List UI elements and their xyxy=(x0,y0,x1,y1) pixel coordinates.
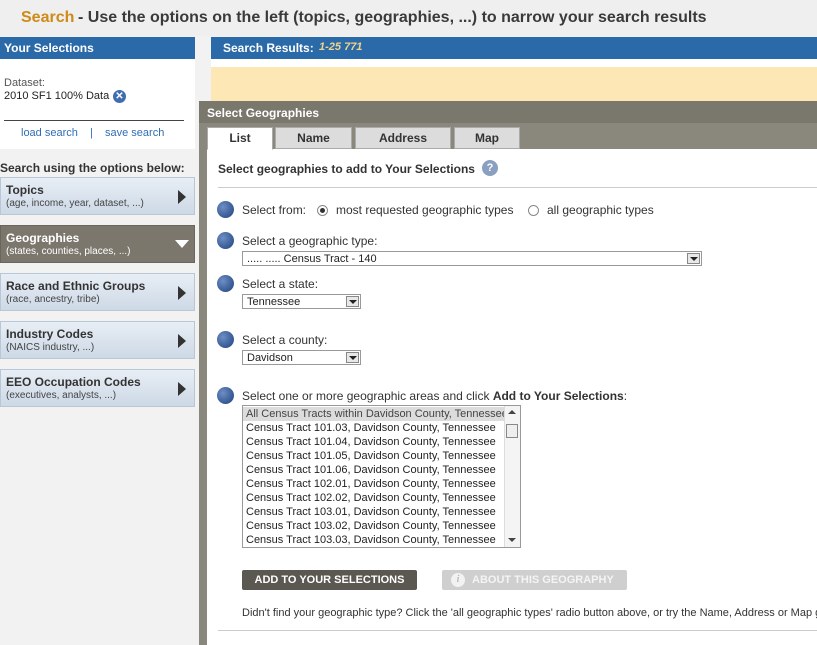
chevron-right-icon xyxy=(178,190,186,204)
selections-divider xyxy=(4,120,184,121)
list-item[interactable]: Census Tract 103.02, Davidson County, Te… xyxy=(243,519,505,533)
geo-type-label: Select a geographic type: xyxy=(242,234,378,248)
dataset-value: 2010 SF1 100% Data xyxy=(4,90,110,102)
list-item[interactable]: Census Tract 101.04, Davidson County, Te… xyxy=(243,435,505,449)
search-options-label: Search using the options below: xyxy=(0,161,185,175)
category-industry-codes[interactable]: Industry Codes (NAICS industry, ...) xyxy=(0,321,195,359)
select-geographies-dialog-header: Select Geographies xyxy=(199,101,817,123)
step-bullet-icon xyxy=(217,232,234,249)
chevron-right-icon xyxy=(178,334,186,348)
category-title: EEO Occupation Codes xyxy=(6,375,141,389)
category-subtitle: (age, income, year, dataset, ...) xyxy=(6,198,144,209)
scroll-up-arrow-icon[interactable] xyxy=(508,410,516,414)
dropdown-arrow-icon[interactable] xyxy=(346,352,359,363)
step-bullet-icon xyxy=(217,275,234,292)
category-title: Geographies xyxy=(6,231,80,245)
radio-all-geographic-types[interactable] xyxy=(528,205,539,216)
category-eeo-occupation-codes[interactable]: EEO Occupation Codes (executives, analys… xyxy=(0,369,195,407)
listbox-scrollbar[interactable] xyxy=(504,406,520,547)
category-subtitle: (NAICS industry, ...) xyxy=(6,342,95,353)
dropdown-arrow-icon[interactable] xyxy=(687,253,700,264)
radio-most-requested[interactable] xyxy=(317,205,328,216)
dataset-label: Dataset: xyxy=(4,77,45,89)
divider xyxy=(218,630,817,631)
scroll-down-arrow-icon[interactable] xyxy=(508,538,516,542)
tab-list[interactable]: List xyxy=(207,127,273,150)
category-subtitle: (executives, analysts, ...) xyxy=(6,390,117,401)
list-item[interactable]: Census Tract 103.03, Davidson County, Te… xyxy=(243,533,505,547)
list-item[interactable]: Census Tract 103.01, Davidson County, Te… xyxy=(243,505,505,519)
geographic-areas-listbox[interactable]: All Census Tracts within Davidson County… xyxy=(242,405,521,548)
category-subtitle: (states, counties, places, ...) xyxy=(6,246,131,257)
search-results-message-area xyxy=(211,67,817,101)
search-results-title: Search Results: xyxy=(223,41,314,55)
radio-all-label[interactable]: all geographic types xyxy=(547,203,654,217)
category-title: Topics xyxy=(6,183,44,197)
category-topics[interactable]: Topics (age, income, year, dataset, ...) xyxy=(0,177,195,215)
chevron-down-icon xyxy=(175,240,189,248)
dialog-intro: Select geographies to add to Your Select… xyxy=(218,162,475,176)
info-icon: i xyxy=(451,573,465,587)
state-label: Select a state: xyxy=(242,277,319,291)
geographic-type-hint: Didn't find your geographic type? Click … xyxy=(242,607,817,619)
list-item[interactable]: All Census Tracts within Davidson County… xyxy=(243,407,508,421)
areas-label-colon: : xyxy=(623,389,628,403)
geographic-areas-label: Select one or more geographic areas and … xyxy=(242,389,627,403)
help-icon[interactable]: ? xyxy=(482,160,498,176)
scrollbar-thumb[interactable] xyxy=(506,424,518,438)
about-this-geography-button: i ABOUT THIS GEOGRAPHY xyxy=(442,570,627,590)
list-item[interactable]: Census Tract 102.01, Davidson County, Te… xyxy=(243,477,505,491)
category-title: Race and Ethnic Groups xyxy=(6,279,146,293)
search-instruction: - Use the options on the left (topics, g… xyxy=(78,9,707,26)
link-separator: | xyxy=(90,127,93,139)
county-label: Select a county: xyxy=(242,333,328,347)
list-item[interactable]: Census Tract 101.06, Davidson County, Te… xyxy=(243,463,505,477)
your-selections-title: Your Selections xyxy=(4,41,94,55)
remove-dataset-icon[interactable]: ✕ xyxy=(113,90,126,103)
radio-most-requested-label[interactable]: most requested geographic types xyxy=(336,203,513,217)
your-selections-header: Your Selections xyxy=(0,37,195,59)
list-item[interactable]: Census Tract 102.02, Davidson County, Te… xyxy=(243,491,505,505)
category-geographies[interactable]: Geographies (states, counties, places, .… xyxy=(0,225,195,263)
load-search-link[interactable]: load search xyxy=(21,127,78,139)
county-value: Davidson xyxy=(247,352,293,364)
search-results-header: Search Results: 1-25 771 xyxy=(211,37,817,59)
step-bullet-icon xyxy=(217,331,234,348)
add-to-your-selections-button[interactable]: ADD TO YOUR SELECTIONS xyxy=(242,570,417,590)
list-item[interactable]: Census Tract 101.05, Davidson County, Te… xyxy=(243,449,505,463)
about-this-geography-label: ABOUT THIS GEOGRAPHY xyxy=(472,574,614,586)
geo-type-select[interactable]: ..... ..... Census Tract - 140 xyxy=(242,251,702,266)
tab-map[interactable]: Map xyxy=(454,127,520,149)
geo-type-value: ..... ..... Census Tract - 140 xyxy=(247,253,377,265)
step-bullet-icon xyxy=(217,201,234,218)
state-value: Tennessee xyxy=(247,296,301,308)
dropdown-arrow-icon[interactable] xyxy=(346,296,359,307)
step-bullet-icon xyxy=(217,387,234,404)
list-item[interactable]: Census Tract 101.03, Davidson County, Te… xyxy=(243,421,505,435)
chevron-right-icon xyxy=(178,286,186,300)
select-from-label: Select from: xyxy=(242,203,307,217)
divider xyxy=(218,187,817,188)
category-subtitle: (race, ancestry, tribe) xyxy=(6,294,100,305)
tab-address[interactable]: Address xyxy=(355,127,451,149)
chevron-right-icon xyxy=(178,382,186,396)
areas-label-text: Select one or more geographic areas and … xyxy=(242,389,493,403)
tab-name[interactable]: Name xyxy=(275,127,352,149)
search-results-count: 1-25 771 xyxy=(319,41,363,53)
search-heading: Search xyxy=(21,9,75,26)
state-select[interactable]: Tennessee xyxy=(242,294,361,309)
save-search-link[interactable]: save search xyxy=(105,127,164,139)
category-title: Industry Codes xyxy=(6,327,94,341)
county-select[interactable]: Davidson xyxy=(242,350,361,365)
areas-label-bold: Add to Your Selections xyxy=(492,389,624,403)
dialog-title: Select Geographies xyxy=(207,106,320,120)
category-race-ethnic-groups[interactable]: Race and Ethnic Groups (race, ancestry, … xyxy=(0,273,195,311)
search-instruction-bar: Search - Use the options on the left (to… xyxy=(0,0,817,36)
